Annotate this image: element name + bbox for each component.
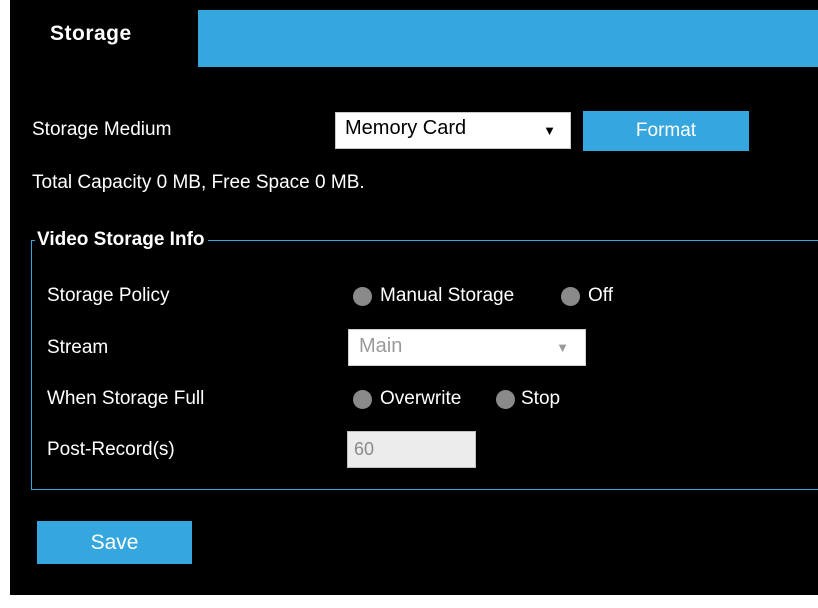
tab-storage[interactable]: Storage [10, 10, 198, 67]
radio-manual-storage[interactable] [353, 287, 372, 306]
triangle-down-icon: ▼ [543, 123, 556, 138]
stream-value: Main [359, 335, 403, 357]
capacity-info: Total Capacity 0 MB, Free Space 0 MB. [32, 172, 365, 193]
stream-select[interactable]: Main ▼ [348, 329, 586, 366]
triangle-down-icon: ▼ [556, 340, 569, 355]
radio-off[interactable] [561, 287, 580, 306]
radio-stop[interactable] [496, 390, 515, 409]
when-storage-full-label: When Storage Full [47, 388, 205, 409]
radio-overwrite[interactable] [353, 390, 372, 409]
format-button[interactable]: Format [583, 111, 749, 151]
radio-manual-storage-label: Manual Storage [380, 285, 515, 306]
radio-off-label: Off [588, 285, 613, 306]
post-record-label: Post-Record(s) [47, 439, 175, 460]
storage-policy-label: Storage Policy [47, 285, 170, 306]
post-record-input[interactable] [347, 431, 476, 468]
video-storage-legend: Video Storage Info [35, 229, 208, 251]
tab-storage-label: Storage [50, 22, 132, 45]
radio-overwrite-label: Overwrite [380, 388, 462, 409]
storage-medium-select[interactable]: Memory Card ▼ [335, 112, 571, 149]
storage-medium-label: Storage Medium [32, 119, 172, 140]
save-button[interactable]: Save [37, 521, 192, 564]
stream-label: Stream [47, 337, 109, 358]
storage-medium-value: Memory Card [345, 117, 467, 139]
radio-stop-label: Stop [521, 388, 561, 409]
